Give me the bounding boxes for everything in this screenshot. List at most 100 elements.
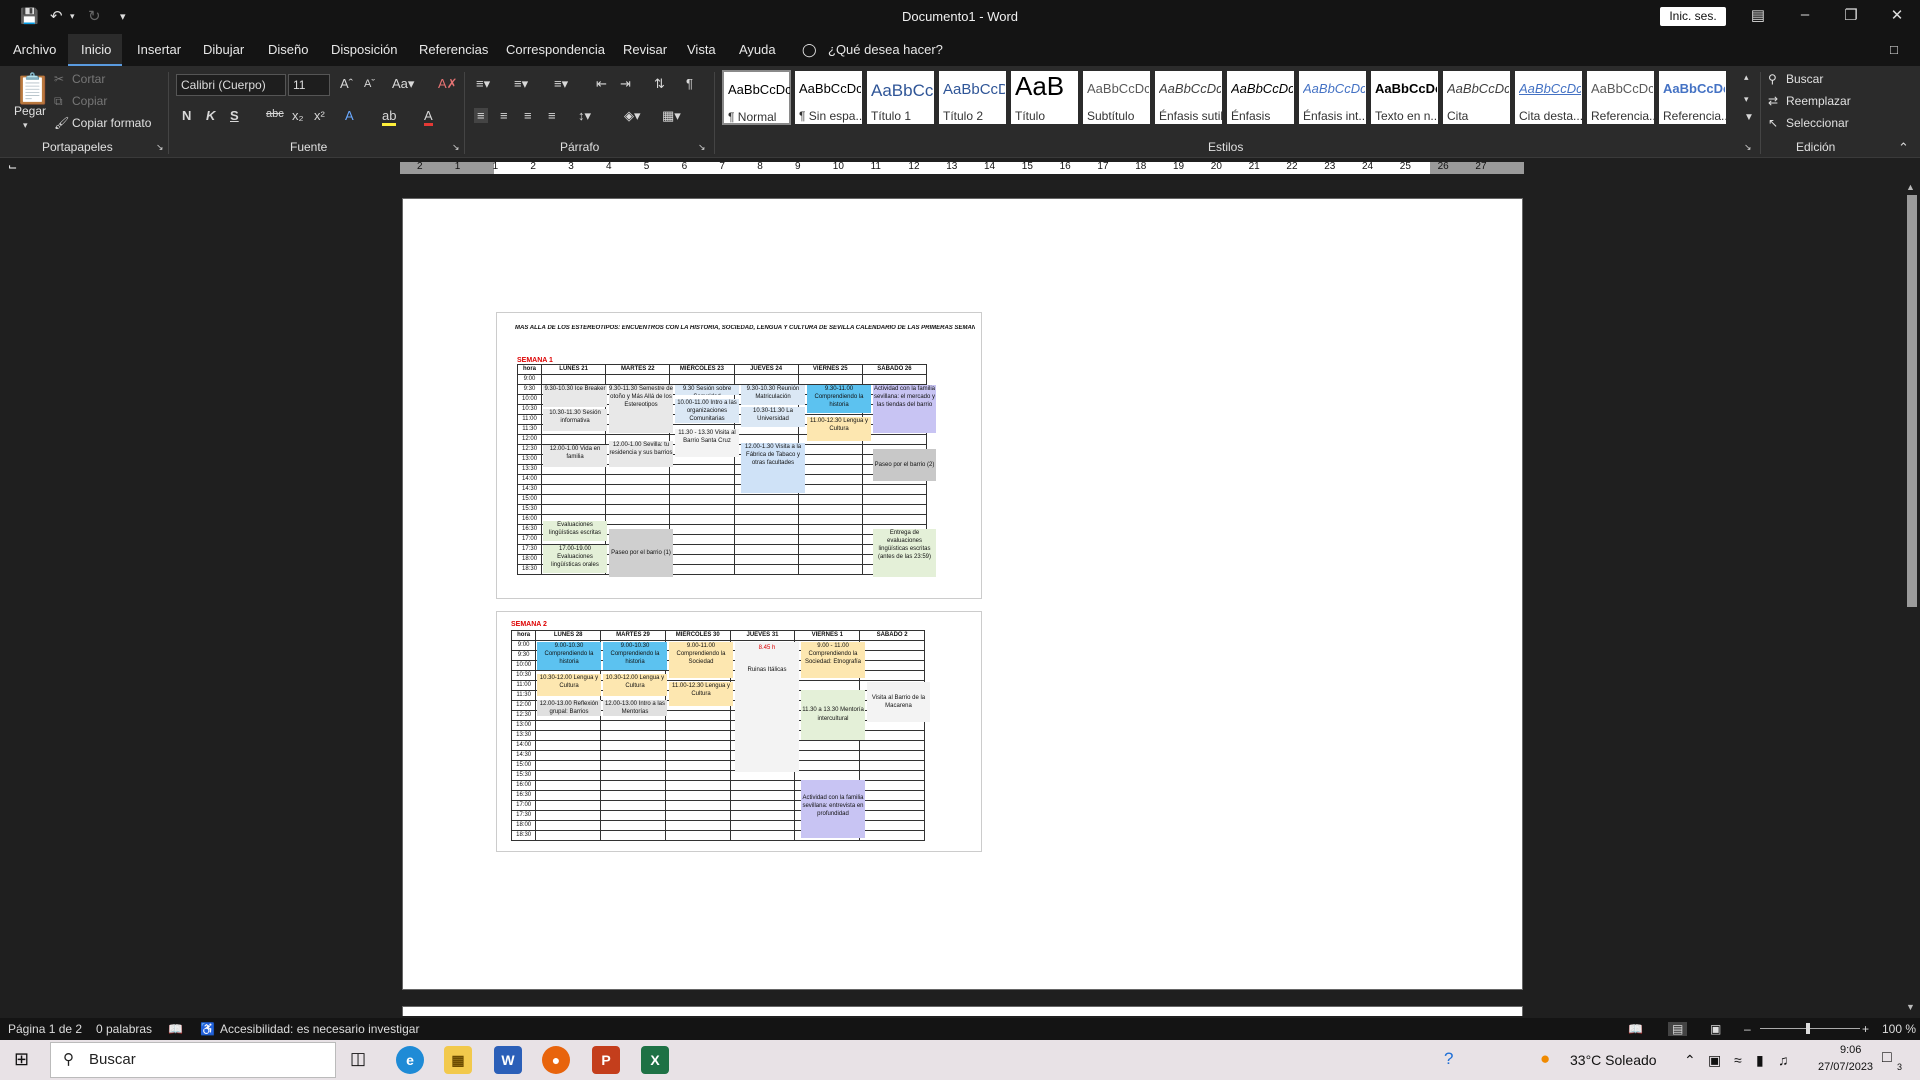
help-icon[interactable]: ? [1444,1049,1453,1069]
font-launcher-icon[interactable]: ↘ [452,142,460,153]
sign-in-button[interactable]: Inic. ses. [1660,7,1726,26]
text-effects-icon[interactable]: A [345,108,354,123]
weather-text[interactable]: 33°C Soleado [1570,1052,1657,1068]
align-left-icon[interactable]: ≡ [474,108,488,123]
clipboard-launcher-icon[interactable]: ↘ [156,142,164,153]
font-family-select[interactable]: Calibri (Cuerpo) [176,74,286,96]
format-painter-button[interactable]: Copiar formato [72,116,151,130]
cut-button[interactable]: Cortar [72,72,105,86]
file-explorer-icon[interactable]: ▦ [444,1046,472,1074]
strikethrough-icon[interactable]: abc [266,108,284,120]
replace-icon[interactable]: ⇄ [1768,94,1778,108]
maximize-button[interactable]: ❐ [1838,6,1864,24]
edge-icon[interactable]: e [396,1046,424,1074]
bullets-icon[interactable]: ≡▾ [476,76,490,92]
word-count[interactable]: 0 palabras [96,1022,152,1036]
proofing-icon[interactable]: 📖 [168,1022,183,1036]
word-icon[interactable]: W [494,1046,522,1074]
scrollbar-thumb[interactable] [1907,195,1917,607]
copy-icon[interactable]: ⧉ [54,94,63,109]
styles-more-icon[interactable]: ▼ [1744,112,1754,123]
italic-button[interactable]: K [206,108,215,123]
align-right-icon[interactable]: ≡ [524,108,532,123]
change-case-icon[interactable]: Aa▾ [392,76,414,92]
multilevel-list-icon[interactable]: ≡▾ [554,76,568,92]
ribbon-display-icon[interactable]: ▤ [1745,6,1771,24]
subscript-icon[interactable]: x₂ [292,108,304,123]
tab-vista[interactable]: Vista [687,42,716,57]
font-color-icon[interactable]: A [424,108,433,126]
highlight-icon[interactable]: ab [382,108,397,126]
notification-icon[interactable]: □ [1882,1049,1892,1067]
align-center-icon[interactable]: ≡ [500,108,508,123]
accessibility-status[interactable]: Accesibilidad: es necesario investigar [220,1022,419,1036]
tab-diseno[interactable]: Diseño [268,42,308,57]
select-icon[interactable]: ↖ [1768,116,1778,130]
comments-icon[interactable]: □ [1890,42,1898,57]
underline-button[interactable]: S [230,108,239,123]
wifi-icon[interactable]: ≈ [1734,1052,1742,1068]
select-button[interactable]: Seleccionar [1786,116,1849,130]
zoom-slider-thumb[interactable] [1806,1023,1810,1034]
accessibility-icon[interactable]: ♿ [200,1022,215,1036]
meet-now-icon[interactable]: ▣ [1708,1052,1721,1069]
style-7[interactable]: AaBbCcDc Énfasis sutil [1154,70,1223,125]
line-spacing-icon[interactable]: ↕▾ [578,108,591,124]
tab-correspondencia[interactable]: Correspondencia [506,42,605,57]
page-count[interactable]: Página 1 de 2 [8,1022,82,1036]
style-11[interactable]: AaBbCcDc Cita [1442,70,1511,125]
style-13[interactable]: AaBbCcDc Referencia... [1586,70,1655,125]
clear-formatting-icon[interactable]: A✗ [438,76,458,92]
weather-icon[interactable]: ● [1540,1049,1550,1069]
excel-icon[interactable]: X [641,1046,669,1074]
web-layout-icon[interactable]: ▣ [1710,1022,1721,1036]
style-12[interactable]: AaBbCcDc Cita desta... [1514,70,1583,125]
powerpoint-icon[interactable]: P [592,1046,620,1074]
styles-scroll-up-icon[interactable]: ▴ [1744,72,1749,83]
style-9[interactable]: AaBbCcDc Énfasis int... [1298,70,1367,125]
battery-icon[interactable]: ▮ [1756,1052,1764,1069]
firefox-icon[interactable]: ● [542,1046,570,1074]
minimize-button[interactable]: – [1792,6,1818,23]
chevron-up-icon[interactable]: ⌃ [1684,1052,1696,1069]
tab-inicio[interactable]: Inicio [81,42,111,57]
find-button[interactable]: Buscar [1786,72,1823,86]
decrease-indent-icon[interactable]: ⇤ [596,76,607,92]
collapse-ribbon-icon[interactable]: ⌃ [1898,140,1909,156]
windows-start-icon[interactable]: ⊞ [14,1049,29,1070]
tab-selector-icon[interactable]: ⌙ [8,160,17,173]
style-4[interactable]: AaBbCcD Título 2 [938,70,1007,125]
replace-button[interactable]: Reemplazar [1786,94,1851,108]
zoom-in-icon[interactable]: + [1862,1022,1869,1036]
shading-icon[interactable]: ◈▾ [624,108,641,124]
tab-disposicion[interactable]: Disposición [331,42,397,57]
style-14[interactable]: AaBbCcDc Referencia... [1658,70,1727,125]
style-6[interactable]: AaBbCcDc Subtítulo [1082,70,1151,125]
style-3[interactable]: AaBbCc Título 1 [866,70,935,125]
tell-me-search[interactable]: ¿Qué desea hacer? [828,42,943,57]
print-layout-icon[interactable]: ▤ [1668,1022,1688,1036]
style-2[interactable]: AaBbCcDc ¶ Sin espa... [794,70,863,125]
tab-archivo[interactable]: Archivo [13,42,56,57]
styles-launcher-icon[interactable]: ↘ [1744,142,1752,153]
paste-icon[interactable]: 📋 [14,72,51,107]
schedule-image-week1[interactable]: MÁS ALLÁ DE LOS ESTEREOTIPOS: ENCUENTROS… [496,312,982,599]
format-painter-icon[interactable]: 🖌 [54,116,69,130]
task-view-icon[interactable]: ◫ [350,1049,366,1069]
cut-icon[interactable]: ✂ [54,72,64,86]
taskbar-search[interactable]: ⚲ Buscar [50,1042,336,1078]
borders-icon[interactable]: ▦▾ [662,108,681,124]
grow-font-icon[interactable]: Aˆ [340,76,353,91]
show-formatting-icon[interactable]: ¶ [686,76,693,91]
zoom-slider[interactable] [1760,1028,1860,1029]
zoom-level[interactable]: 100 % [1882,1022,1916,1036]
numbering-icon[interactable]: ≡▾ [514,76,528,92]
clock-time[interactable]: 9:06 [1840,1044,1861,1056]
paragraph-launcher-icon[interactable]: ↘ [698,142,706,153]
copy-button[interactable]: Copiar [72,94,107,108]
style-5[interactable]: AaB Título [1010,70,1079,125]
justify-icon[interactable]: ≡ [548,108,556,123]
increase-indent-icon[interactable]: ⇥ [620,76,631,92]
scroll-down-icon[interactable]: ▼ [1906,1002,1915,1012]
scroll-up-icon[interactable]: ▲ [1906,182,1915,192]
